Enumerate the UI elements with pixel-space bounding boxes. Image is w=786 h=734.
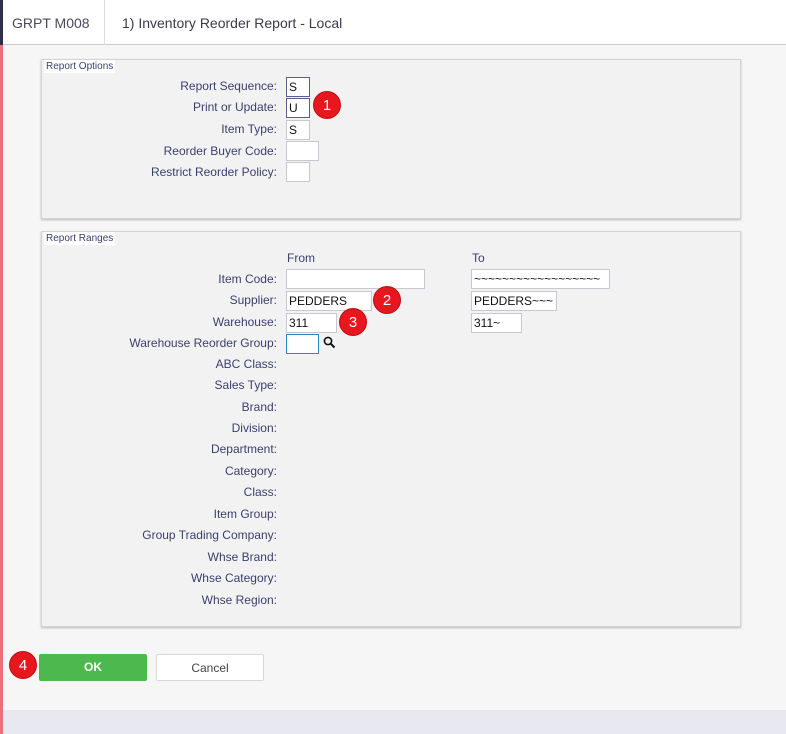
category-label: Category: (224, 464, 277, 478)
item-group-label: Item Group: (213, 507, 277, 521)
annotation-badge-4: 4 (9, 651, 37, 679)
report-sequence-field[interactable]: S (286, 77, 310, 97)
header-divider (104, 0, 105, 45)
item-code-from-field[interactable] (286, 269, 425, 289)
supplier-label: Supplier: (229, 293, 277, 307)
report-sequence-label: Report Sequence: (180, 79, 277, 93)
group-trading-company-label: Group Trading Company: (142, 528, 277, 542)
page-title: 1) Inventory Reorder Report - Local (122, 15, 343, 31)
search-icon[interactable] (323, 336, 336, 349)
abc-class-label: ABC Class: (215, 357, 277, 371)
report-options-legend: Report Options (44, 60, 116, 73)
program-code: GRPT M008 (12, 15, 90, 31)
reorder-buyer-code-field[interactable] (286, 141, 319, 161)
print-or-update-label: Print or Update: (192, 100, 277, 114)
annotation-badge-1: 1 (313, 91, 341, 119)
report-ranges-legend: Report Ranges (44, 232, 116, 245)
sales-type-label: Sales Type: (214, 378, 277, 392)
brand-label: Brand: (241, 400, 277, 414)
print-or-update-field[interactable]: U (286, 98, 310, 118)
warehouse-reorder-group-label: Warehouse Reorder Group: (129, 336, 277, 350)
whse-brand-label: Whse Brand: (207, 550, 277, 564)
ok-button[interactable]: OK (39, 654, 147, 681)
from-column-header: From (287, 251, 315, 265)
supplier-to-field[interactable]: PEDDERS~~~ (471, 291, 557, 311)
to-column-header: To (472, 251, 485, 265)
annotation-badge-2: 2 (373, 286, 401, 314)
reorder-buyer-code-label: Reorder Buyer Code: (163, 144, 277, 158)
report-options-panel: Report Options Report Sequence: S Print … (41, 59, 741, 219)
department-label: Department: (210, 442, 277, 456)
warehouse-label: Warehouse: (212, 315, 277, 329)
restrict-reorder-policy-label: Restrict Reorder Policy: (150, 165, 277, 179)
warehouse-to-field[interactable]: 311~ (471, 313, 522, 333)
item-code-to-field[interactable]: ~~~~~~~~~~~~~~~~~~ (471, 269, 610, 289)
cancel-button[interactable]: Cancel (156, 654, 264, 681)
warehouse-from-field[interactable]: 311 (286, 313, 337, 333)
warehouse-reorder-group-field[interactable] (286, 334, 319, 354)
top-bar: GRPT M008 1) Inventory Reorder Report - … (0, 0, 786, 45)
restrict-reorder-policy-field[interactable] (286, 162, 310, 182)
bottom-band (3, 710, 786, 734)
header-accent (0, 0, 3, 45)
annotation-badge-3: 3 (339, 308, 367, 336)
division-label: Division: (231, 421, 277, 435)
whse-category-label: Whse Category: (190, 571, 277, 585)
item-code-label: Item Code: (218, 272, 277, 286)
supplier-from-field[interactable]: PEDDERS (286, 291, 372, 311)
whse-region-label: Whse Region: (201, 593, 277, 607)
class-label: Class: (243, 485, 277, 499)
item-type-field[interactable]: S (286, 120, 310, 140)
item-type-label: Item Type: (221, 122, 277, 136)
